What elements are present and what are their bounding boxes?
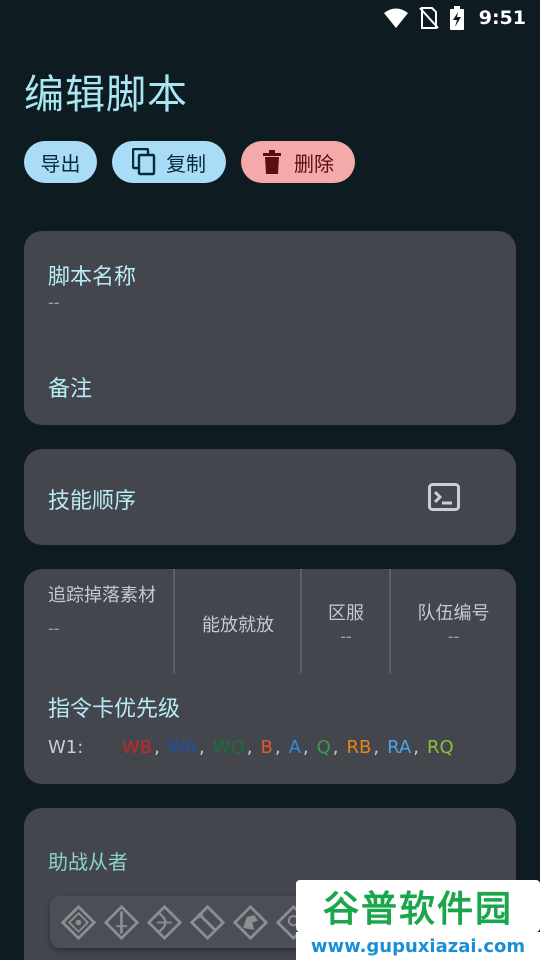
status-icons: 9:51 — [383, 6, 526, 30]
card-priority-label[interactable]: 指令卡优先级 — [48, 691, 180, 723]
copy-button[interactable]: 复制 — [112, 141, 226, 183]
server-value: -- — [340, 627, 352, 646]
battery-charging-icon — [449, 6, 464, 30]
auto-cast-cell[interactable]: 能放就放 — [175, 569, 301, 673]
class-saber-icon[interactable] — [103, 904, 140, 941]
card-priority-item: WQ — [212, 737, 245, 758]
track-drops-value: -- — [48, 619, 60, 638]
card-priority-item: B — [260, 737, 273, 758]
trash-icon — [263, 150, 281, 174]
team-number-cell[interactable]: 队伍编号 -- — [391, 569, 516, 673]
card-priority-item: RA — [387, 737, 412, 758]
team-number-value: -- — [447, 627, 460, 646]
watermark-url: www.gupuxiazai.com — [296, 932, 540, 960]
auto-cast-label: 能放就放 — [202, 615, 274, 636]
card-priority-row[interactable]: W1: WB, WA, WQ, B, A, Q, RB, RA, RQ — [48, 737, 456, 758]
script-info-card: 脚本名称 -- 备注 — [24, 231, 516, 425]
class-rider-icon[interactable] — [232, 904, 269, 941]
class-archer-icon[interactable] — [146, 904, 183, 941]
class-all-icon[interactable] — [60, 904, 97, 941]
status-time: 9:51 — [478, 7, 526, 29]
copy-button-label: 复制 — [166, 151, 206, 176]
card-priority-separator: , — [199, 737, 205, 758]
card-priority-separator: , — [373, 737, 380, 758]
card-priority-item: A — [288, 737, 301, 758]
note-label[interactable]: 备注 — [48, 371, 92, 403]
card-priority-item: WB — [122, 737, 153, 758]
copy-icon — [132, 148, 156, 176]
server-label: 区服 — [328, 603, 364, 624]
watermark-logo: 谷普软件园 www.gupuxiazai.com — [296, 880, 540, 960]
card-priority-item: Q — [316, 737, 331, 758]
team-number-label: 队伍编号 — [417, 603, 490, 624]
support-servant-label[interactable]: 助战从者 — [48, 846, 128, 875]
card-priority-separator: , — [246, 737, 253, 758]
class-lancer-icon[interactable] — [189, 904, 226, 941]
card-priority-separator: , — [332, 737, 339, 758]
track-drops-label: 追踪掉落素材 — [48, 585, 156, 606]
track-drops-cell[interactable]: 追踪掉落素材 -- — [24, 569, 174, 673]
terminal-icon — [428, 483, 460, 511]
script-name-value: -- — [48, 293, 60, 312]
export-button[interactable]: 导出 — [24, 141, 97, 183]
card-priority-item: RQ — [426, 737, 454, 758]
server-cell[interactable]: 区服 -- — [302, 569, 390, 673]
card-priority-separator: , — [302, 737, 309, 758]
no-sim-icon — [418, 7, 439, 29]
card-priority-item: RB — [346, 737, 372, 758]
skill-order-card[interactable]: 技能顺序 — [24, 449, 516, 545]
card-priority-separator: , — [274, 737, 281, 758]
card-priority-item: WA — [167, 737, 198, 758]
card-priority-separator: , — [154, 737, 160, 758]
export-button-label: 导出 — [40, 151, 81, 176]
watermark-title: 谷普软件园 — [296, 880, 540, 932]
card-priority-separator: , — [413, 737, 419, 758]
script-name-label[interactable]: 脚本名称 — [48, 259, 136, 291]
battle-settings-card: 追踪掉落素材 -- 能放就放 区服 -- 队伍编号 -- 指令卡优先级 W1: … — [24, 569, 516, 784]
wave-label: W1: — [48, 737, 84, 758]
wifi-icon — [383, 8, 408, 28]
page-title: 编辑脚本 — [24, 72, 188, 118]
delete-button[interactable]: 删除 — [241, 141, 355, 183]
delete-button-label: 删除 — [294, 151, 334, 176]
skill-order-label: 技能顺序 — [48, 489, 137, 514]
status-bar: 9:51 — [0, 0, 540, 36]
